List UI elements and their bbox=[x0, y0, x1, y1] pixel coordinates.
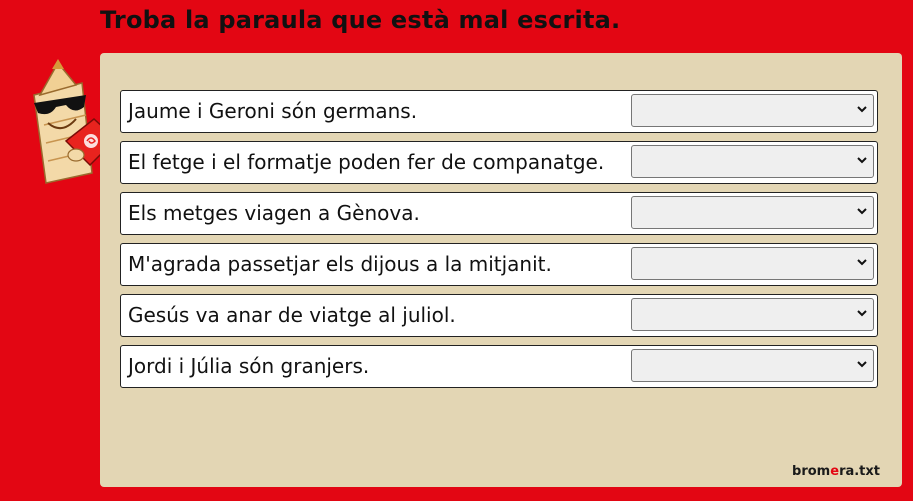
question-sentence: Jaume i Geroni són germans. bbox=[128, 99, 418, 123]
answer-dropdown[interactable] bbox=[631, 298, 874, 331]
question-row: El fetge i el formatje poden fer de comp… bbox=[120, 141, 878, 184]
answer-dropdown[interactable] bbox=[631, 247, 874, 280]
chevron-down-icon bbox=[857, 259, 867, 266]
question-row: Jordi i Júlia són granjers. bbox=[120, 345, 878, 388]
answer-dropdown[interactable] bbox=[631, 145, 874, 178]
question-list: Jaume i Geroni són germans. El fetge i e… bbox=[120, 90, 878, 396]
chevron-down-icon bbox=[857, 310, 867, 317]
answer-dropdown[interactable] bbox=[631, 94, 874, 127]
answer-dropdown[interactable] bbox=[631, 196, 874, 229]
page-title: Troba la paraula que està mal escrita. bbox=[100, 6, 621, 34]
question-row: Els metges viagen a Gènova. bbox=[120, 192, 878, 235]
chevron-down-icon bbox=[857, 106, 867, 113]
question-row: Gesús va anar de viatge al juliol. bbox=[120, 294, 878, 337]
chevron-down-icon bbox=[857, 361, 867, 368]
question-row: M'agrada passetjar els dijous a la mitja… bbox=[120, 243, 878, 286]
answer-dropdown[interactable] bbox=[631, 349, 874, 382]
question-sentence: M'agrada passetjar els dijous a la mitja… bbox=[128, 252, 552, 276]
exercise-panel: Jaume i Geroni són germans. El fetge i e… bbox=[100, 53, 902, 487]
question-sentence: El fetge i el formatje poden fer de comp… bbox=[128, 150, 605, 174]
question-sentence: Gesús va anar de viatge al juliol. bbox=[128, 303, 456, 327]
question-row: Jaume i Geroni són germans. bbox=[120, 90, 878, 133]
brand-logo: bromera.txt bbox=[792, 464, 880, 479]
chevron-down-icon bbox=[857, 208, 867, 215]
question-sentence: Els metges viagen a Gènova. bbox=[128, 201, 420, 225]
chevron-down-icon bbox=[857, 157, 867, 164]
question-sentence: Jordi i Júlia són granjers. bbox=[128, 354, 370, 378]
